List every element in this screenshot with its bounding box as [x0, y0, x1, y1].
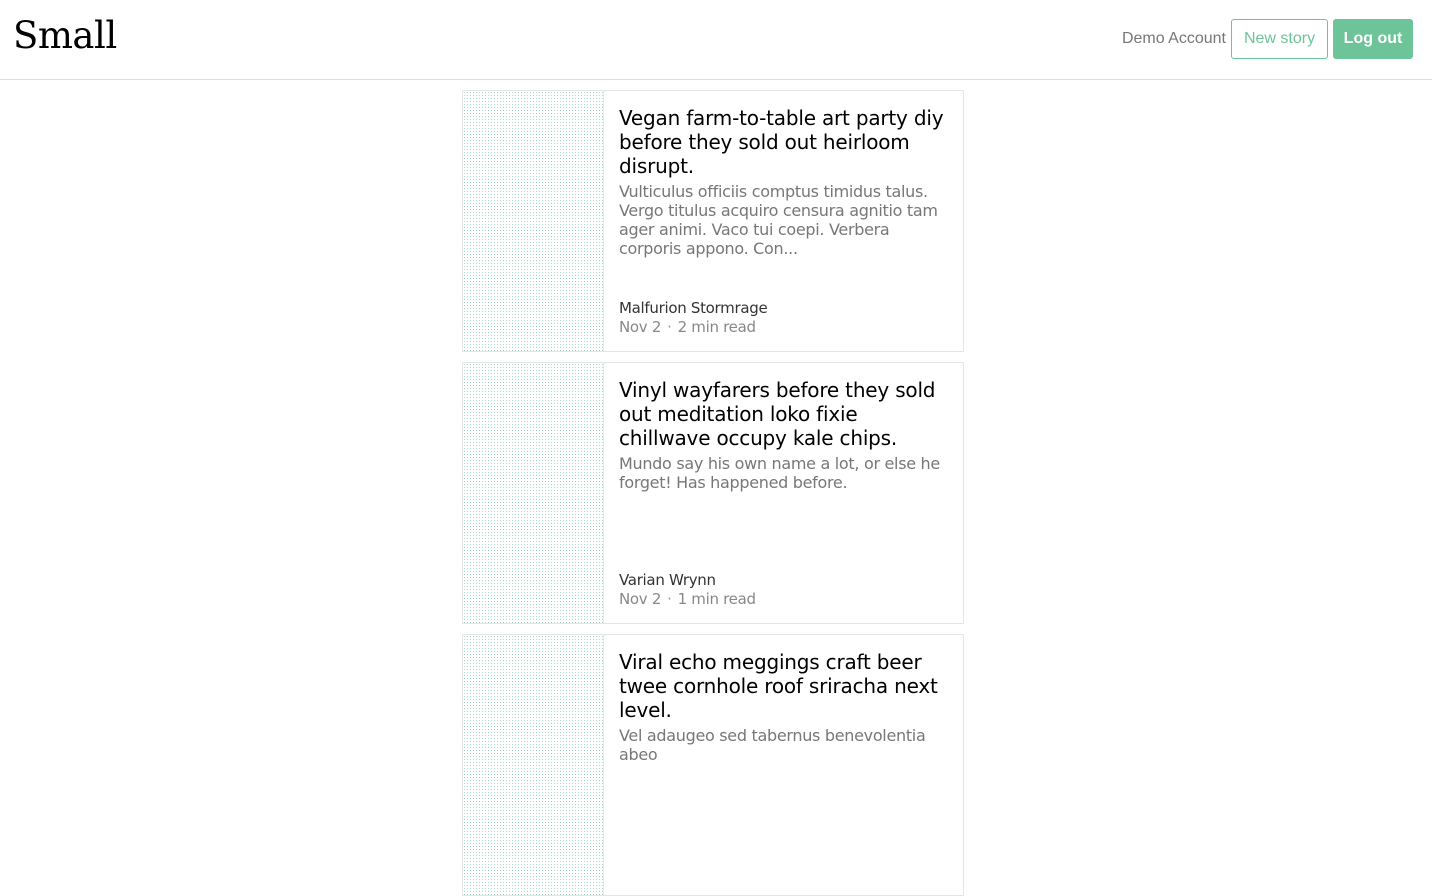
story-excerpt: Vulticulus officiis comptus timidus talu…	[619, 182, 938, 258]
site-logo[interactable]: Small	[13, 14, 117, 58]
story-read-time: 1 min read	[677, 590, 756, 608]
story-excerpt: Mundo say his own name a lot, or else he…	[619, 454, 940, 492]
story-date: Nov 2	[619, 318, 662, 336]
story-title[interactable]: Vinyl wayfarers before they sold out med…	[619, 378, 953, 450]
story-author[interactable]: Malfurion Stormrage	[619, 299, 768, 318]
story-read-time: 2 min read	[677, 318, 756, 336]
story-subline: Nov 2 · 1 min read	[619, 590, 756, 608]
story-card[interactable]: Vegan farm-to-table art party diy before…	[462, 90, 964, 352]
story-title[interactable]: Vegan farm-to-table art party diy before…	[619, 106, 953, 178]
meta-separator: ·	[667, 318, 672, 336]
story-title[interactable]: Viral echo meggings craft beer twee corn…	[619, 650, 953, 722]
logout-button[interactable]: Log out	[1333, 19, 1413, 59]
story-meta: Malfurion Stormrage Nov 2 · 2 min read	[619, 299, 768, 336]
story-subline: Nov 2 · 2 min read	[619, 318, 767, 336]
nav-actions: Demo Account New story Log out	[1122, 19, 1413, 59]
story-body: Viral echo meggings craft beer twee corn…	[619, 650, 953, 882]
story-thumbnail[interactable]	[463, 635, 604, 895]
story-body: Vinyl wayfarers before they sold out med…	[619, 378, 953, 610]
meta-separator: ·	[667, 590, 672, 608]
story-excerpt: Vel adaugeo sed tabernus benevolentia ab…	[619, 726, 926, 764]
story-meta: Varian Wrynn Nov 2 · 1 min read	[619, 571, 756, 608]
top-navbar: Small Demo Account New story Log out	[0, 0, 1432, 80]
story-thumbnail[interactable]	[463, 363, 604, 623]
story-date: Nov 2	[619, 590, 662, 608]
story-card[interactable]: Viral echo meggings craft beer twee corn…	[462, 634, 964, 896]
account-link[interactable]: Demo Account	[1122, 30, 1226, 48]
story-thumbnail[interactable]	[463, 91, 604, 351]
new-story-button[interactable]: New story	[1231, 19, 1328, 59]
story-card[interactable]: Vinyl wayfarers before they sold out med…	[462, 362, 964, 624]
story-body: Vegan farm-to-table art party diy before…	[619, 106, 953, 338]
story-author[interactable]: Varian Wrynn	[619, 571, 756, 590]
